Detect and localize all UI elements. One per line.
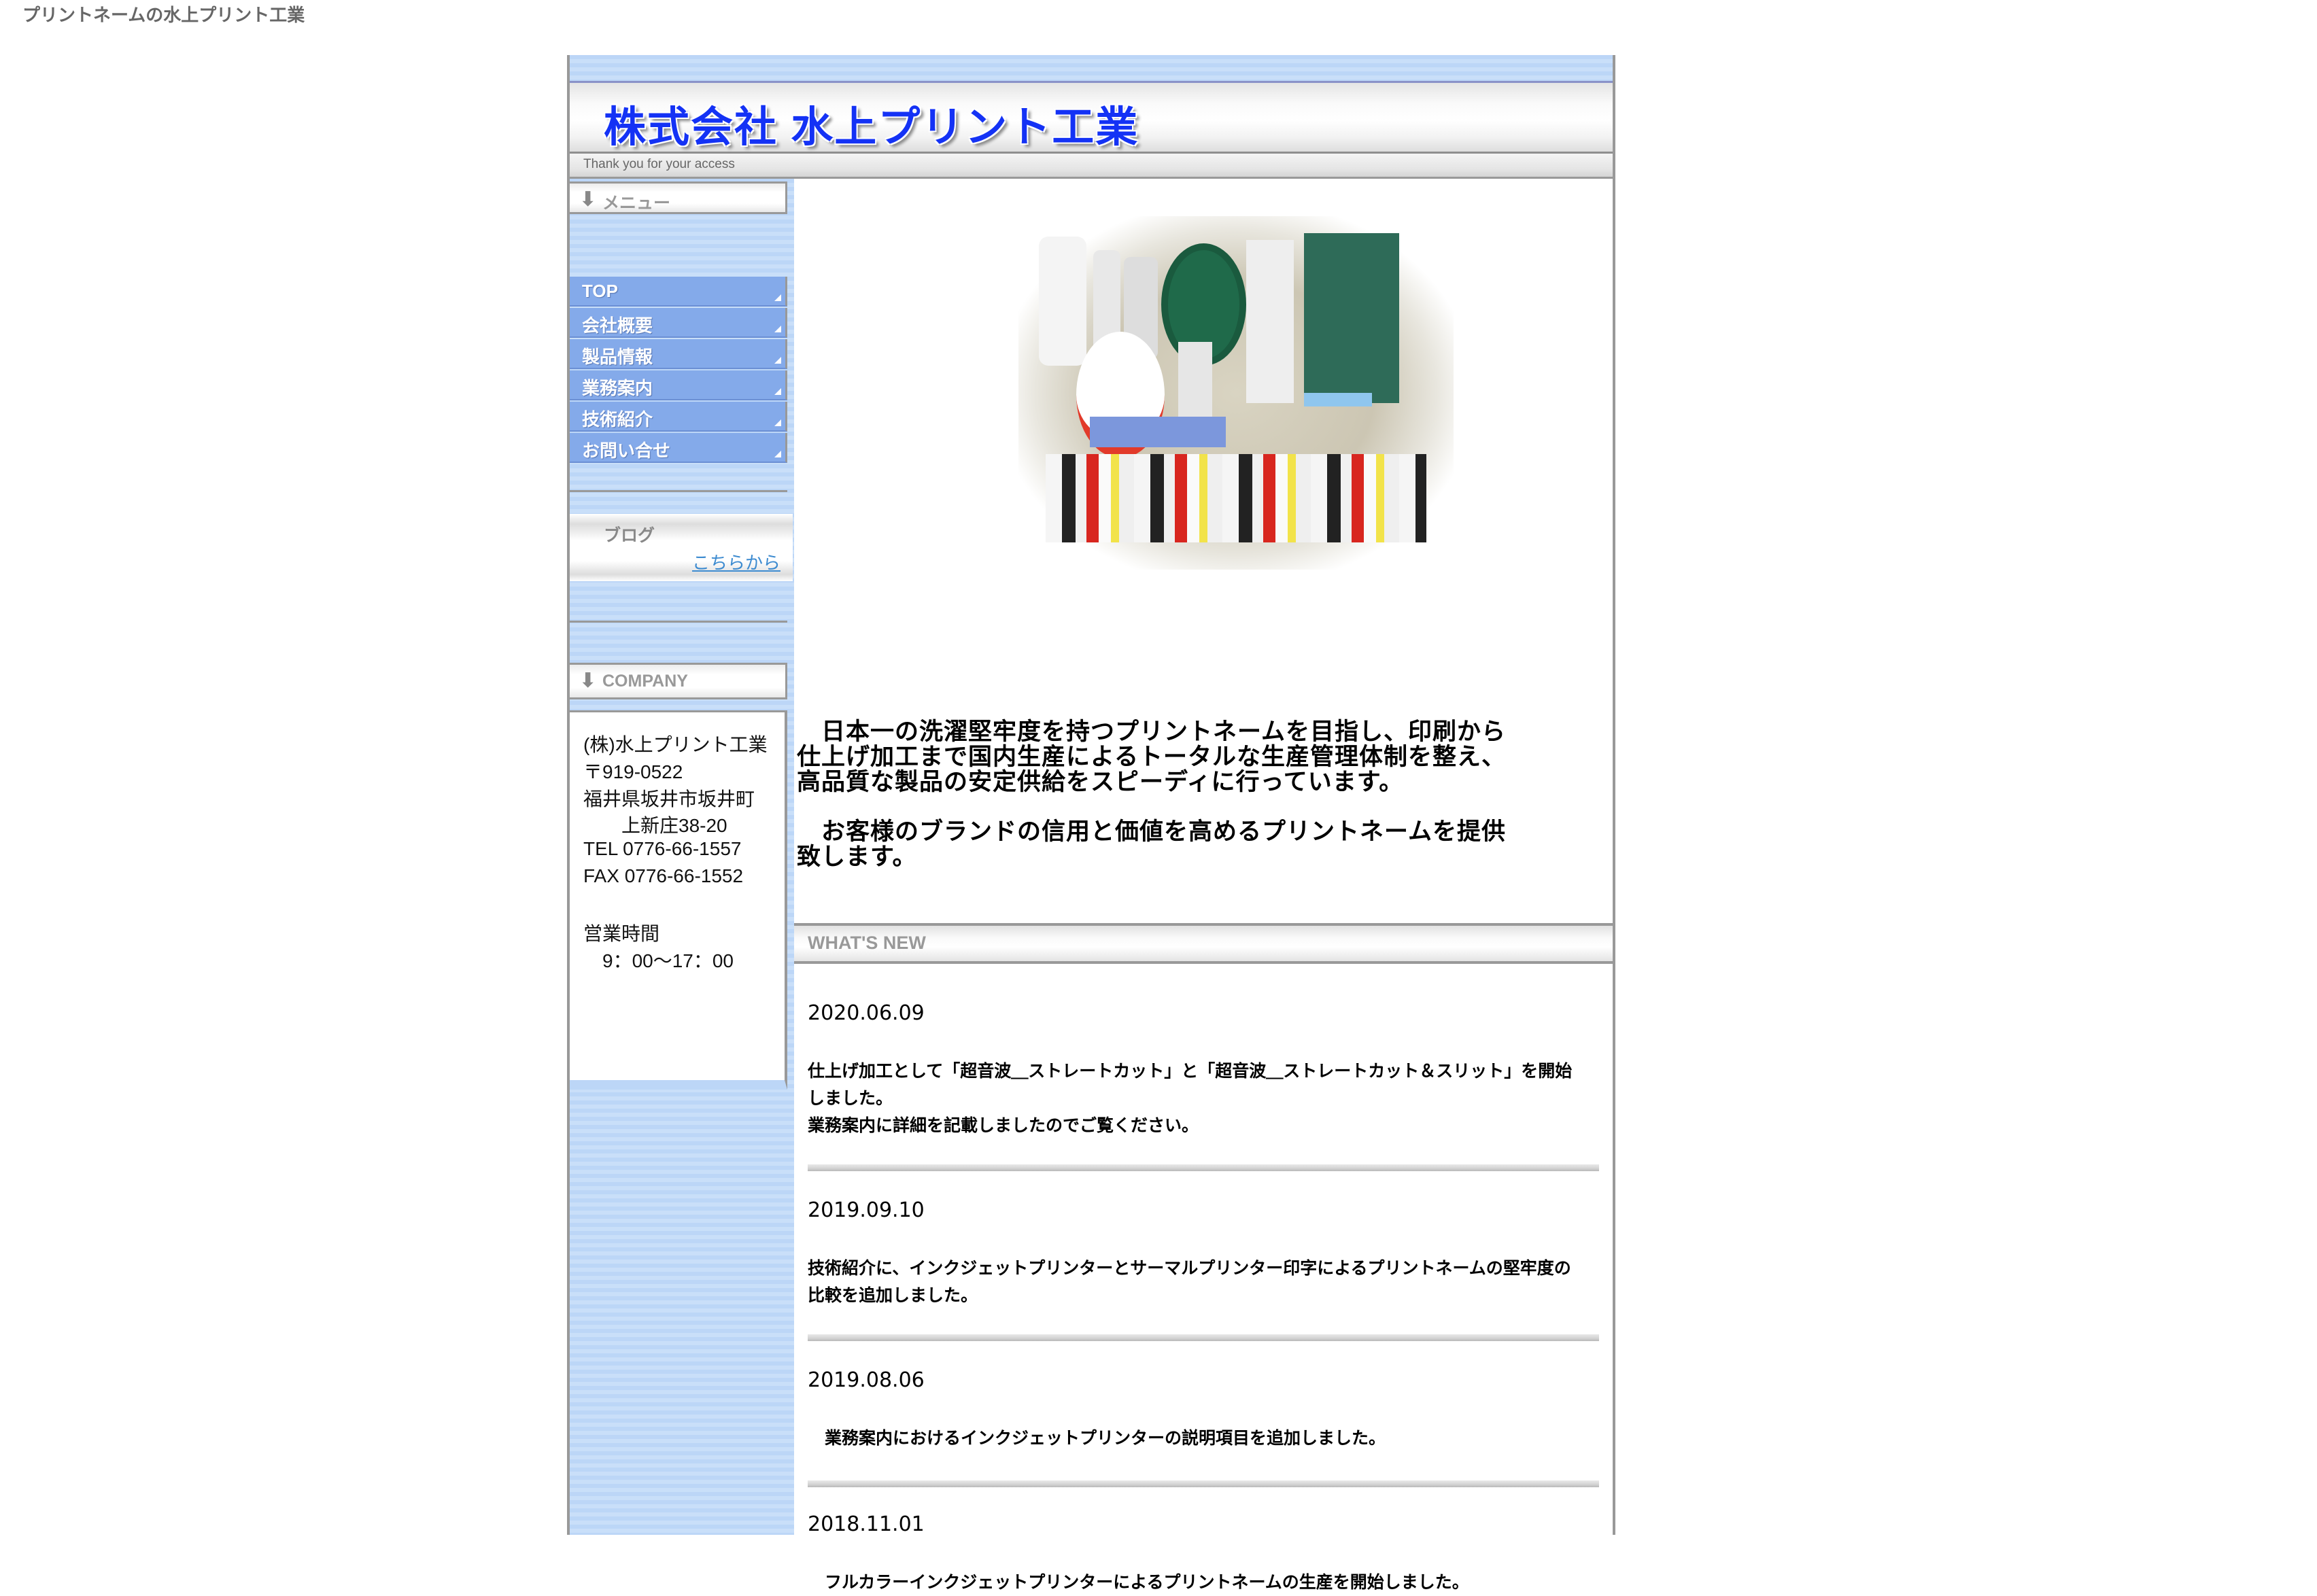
company-info-box: (株)水上プリント工業 〒919-0522 福井県坂井市坂井町 上新庄38-20… bbox=[570, 710, 787, 1090]
sidebar-item-label: 会社概要 bbox=[582, 315, 653, 336]
down-arrow-icon: ⬇ bbox=[579, 670, 597, 692]
sidebar-item-label: 技術紹介 bbox=[582, 409, 653, 430]
blue-label bbox=[1090, 417, 1226, 447]
sidebar-item-technology[interactable]: 技術紹介 bbox=[570, 402, 787, 432]
news-body: 技術紹介に、インクジェットプリンターとサーマルプリンター印字によるプリントネーム… bbox=[808, 1258, 1571, 1305]
sidebar-item-label: 業務案内 bbox=[582, 378, 653, 398]
tagline: Thank you for your access bbox=[583, 157, 735, 171]
corner-triangle-icon bbox=[774, 419, 781, 426]
company-header: ⬇ COMPANY bbox=[570, 663, 787, 699]
news-body: 仕上げ加工として「超音波＿ストレートカット」と「超音波＿ストレートカット＆スリッ… bbox=[808, 1061, 1573, 1135]
news-separator bbox=[808, 1164, 1599, 1171]
menu-header-label: メニュー bbox=[602, 194, 671, 213]
label-roll bbox=[1039, 237, 1086, 366]
blue-ribbon bbox=[1304, 393, 1372, 406]
green-printed-ribbon bbox=[1304, 233, 1399, 403]
news-item: 2019.08.06 業務案内におけるインクジェットプリンターの説明項目を追加し… bbox=[808, 1368, 1599, 1452]
sidebar-item-company-profile[interactable]: 会社概要 bbox=[570, 308, 787, 338]
corner-triangle-icon bbox=[774, 326, 781, 332]
news-date: 2018.11.01 bbox=[808, 1512, 925, 1536]
news-item: 2019.09.10 技術紹介に、インクジェットプリンターとサーマルプリンター印… bbox=[808, 1198, 1599, 1309]
page-title: プリントネームの水上プリント工業 bbox=[22, 5, 305, 25]
divider bbox=[570, 621, 787, 623]
corner-triangle-icon bbox=[774, 451, 781, 457]
intro-paragraph: 日本一の洗濯堅牢度を持つプリントネームを目指し、印刷から 仕上げ加工まで国内生産… bbox=[797, 718, 1506, 796]
sidebar-item-products[interactable]: 製品情報 bbox=[570, 339, 787, 369]
news-body: フルカラーインクジェットプリンターによるプリントネームの生産を開始しました。 bbox=[808, 1572, 1469, 1592]
company-header-label: COMPANY bbox=[602, 672, 688, 691]
tagline-bar: Thank you for your access bbox=[570, 154, 1613, 179]
news-date: 2019.09.10 bbox=[808, 1198, 925, 1222]
company-name: (株)水上プリント工業 bbox=[583, 734, 768, 755]
sidebar-item-top[interactable]: TOP bbox=[570, 277, 787, 307]
care-label-strip bbox=[1178, 342, 1212, 423]
business-hours-label: 営業時間 bbox=[583, 923, 660, 944]
divider bbox=[570, 490, 787, 492]
corner-triangle-icon bbox=[774, 357, 781, 364]
sidebar-item-label: お問い合せ bbox=[582, 440, 671, 461]
blog-box: ブログ こちらから bbox=[570, 514, 793, 581]
intro-text: 日本一の洗濯堅牢度を持つプリントネームを目指し、印刷から 仕上げ加工まで国内生産… bbox=[797, 720, 1531, 895]
news-separator bbox=[808, 1334, 1599, 1341]
main-content: 日本一の洗濯堅牢度を持つプリントネームを目指し、印刷から 仕上げ加工まで国内生産… bbox=[794, 179, 1613, 1592]
corner-triangle-icon bbox=[774, 388, 781, 395]
whats-new-header: WHAT'S NEW bbox=[794, 923, 1613, 964]
product-photo bbox=[1018, 216, 1454, 570]
assorted-labels bbox=[1046, 454, 1426, 542]
news-separator bbox=[808, 1480, 1599, 1487]
sidebar-item-contact[interactable]: お問い合せ bbox=[570, 433, 787, 463]
address-line-2: 上新庄38-20 bbox=[583, 815, 727, 836]
phone-number: TEL 0776-66-1557 bbox=[583, 838, 742, 859]
news-item: 2020.06.09 仕上げ加工として「超音波＿ストレートカット」と「超音波＿ス… bbox=[808, 1001, 1599, 1139]
sidebar-item-label: TOP bbox=[582, 281, 618, 301]
news-item: 2018.11.01 フルカラーインクジェットプリンターによるプリントネームの生… bbox=[808, 1512, 1599, 1596]
business-hours: 9：00〜17：00 bbox=[583, 950, 734, 971]
care-label-strip bbox=[1246, 240, 1294, 403]
sidebar: ⬇ メニュー TOP 会社概要 製品情報 業務案内 技術紹介 お問い合せ ブログ… bbox=[570, 179, 794, 1535]
header-logo-bar: 株式会社 水上プリント工業 bbox=[570, 83, 1613, 154]
top-band bbox=[570, 55, 1613, 83]
sidebar-item-services[interactable]: 業務案内 bbox=[570, 370, 787, 400]
down-arrow-icon: ⬇ bbox=[579, 188, 597, 211]
news-date: 2020.06.09 bbox=[808, 1001, 925, 1025]
site-container: 株式会社 水上プリント工業 Thank you for your access … bbox=[567, 55, 1615, 1592]
blog-title: ブログ bbox=[604, 526, 655, 545]
corner-triangle-icon bbox=[774, 294, 781, 301]
fax-number: FAX 0776-66-1552 bbox=[583, 865, 744, 886]
intro-paragraph: お客様のブランドの信用と価値を高めるプリントネームを提供 致します。 bbox=[797, 818, 1506, 871]
address-line-1: 福井県坂井市坂井町 bbox=[583, 788, 755, 810]
blog-link[interactable]: こちらから bbox=[692, 549, 780, 574]
company-logo[interactable]: 株式会社 水上プリント工業 bbox=[604, 92, 1139, 154]
news-date: 2019.08.06 bbox=[808, 1368, 925, 1392]
sidebar-item-label: 製品情報 bbox=[582, 347, 653, 367]
sidebar-nav: TOP 会社概要 製品情報 業務案内 技術紹介 お問い合せ bbox=[570, 277, 787, 464]
whats-new-label: WHAT'S NEW bbox=[808, 933, 926, 953]
news-body: 業務案内におけるインクジェットプリンターの説明項目を追加しました。 bbox=[808, 1428, 1386, 1448]
postal-code: 〒919-0522 bbox=[583, 761, 683, 782]
menu-header: ⬇ メニュー bbox=[570, 181, 787, 214]
